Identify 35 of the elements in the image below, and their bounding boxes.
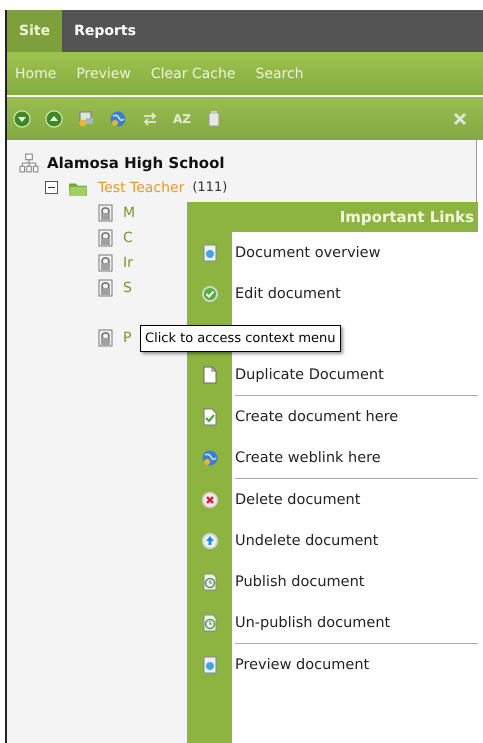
document-search-icon (200, 656, 218, 674)
menu-item[interactable]: Preview document (187, 644, 478, 685)
collapse-toggle[interactable] (45, 181, 58, 194)
tree-node[interactable]: Alamosa High School (47, 154, 225, 172)
item-count: (111) (192, 180, 228, 195)
document-search-icon (200, 244, 218, 262)
globe-icon[interactable] (109, 110, 127, 128)
swap-arrows-icon[interactable] (141, 110, 159, 128)
menu-item[interactable]: Publish document (187, 561, 478, 602)
document-check-icon (200, 408, 218, 426)
tooltip: Click to access context menu (140, 325, 340, 352)
menu-item[interactable]: Document overview (187, 232, 478, 273)
menu-item[interactable]: Edit document (187, 273, 478, 314)
sitemap-icon (19, 152, 39, 172)
checkmark-icon (200, 284, 218, 302)
menu-item[interactable]: Create weblink here (187, 437, 478, 478)
menu-item[interactable]: Create document here (187, 396, 478, 437)
clock-document-icon (200, 572, 218, 590)
menu-item[interactable]: Duplicate Document (187, 354, 478, 395)
locked-document-icon (97, 204, 115, 222)
menu-item[interactable]: Un-publish document (187, 602, 478, 643)
menu-item[interactable]: Undelete document (187, 520, 478, 561)
tab[interactable]: Reports (62, 10, 148, 52)
locked-document-icon (97, 254, 115, 272)
arrow-up-icon[interactable] (45, 110, 63, 128)
globe-icon (200, 448, 218, 466)
arrow-up-icon (200, 532, 218, 550)
arrow-down-icon[interactable] (13, 110, 31, 128)
locked-document-icon (97, 228, 115, 246)
menu-item[interactable]: Delete document (187, 479, 478, 520)
blank-page-icon (200, 366, 218, 384)
clock-document-icon (200, 614, 218, 632)
locked-document-icon (97, 278, 115, 296)
locked-document-icon (97, 328, 115, 346)
delete-icon (200, 490, 218, 508)
